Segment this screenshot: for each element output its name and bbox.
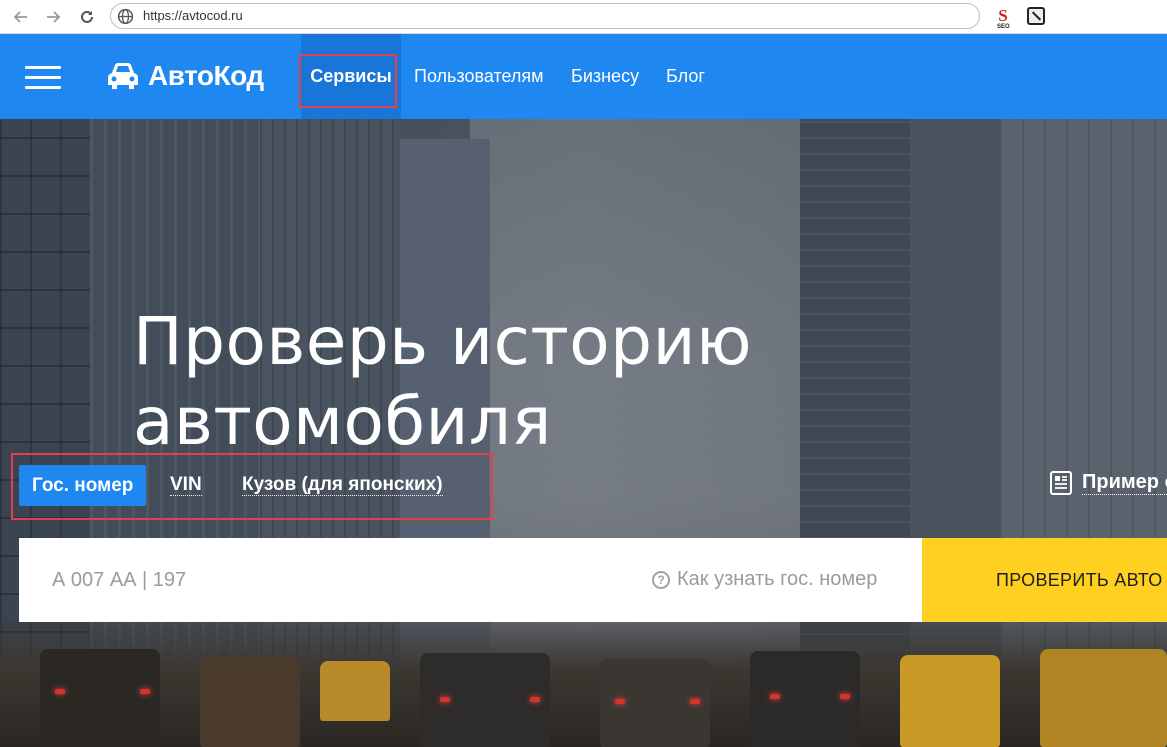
tail-light bbox=[440, 697, 450, 702]
tab-label: Гос. номер bbox=[32, 474, 134, 496]
globe-icon bbox=[117, 8, 134, 25]
address-bar[interactable]: https://avtocod.ru bbox=[110, 3, 980, 29]
background-car bbox=[1040, 649, 1167, 747]
site-header: АвтоКод Сервисы Пользователям Бизнесу Бл… bbox=[0, 34, 1167, 119]
background-traffic bbox=[0, 619, 1167, 747]
browser-toolbar: https://avtocod.ru S SEO bbox=[0, 0, 1167, 34]
hero-title: Проверь историю автомобиля bbox=[133, 303, 753, 460]
background-car bbox=[750, 651, 860, 747]
tab-plate-number[interactable]: Гос. номер bbox=[19, 465, 147, 506]
nav-item-users[interactable]: Пользователям bbox=[414, 34, 544, 119]
tail-light bbox=[615, 699, 625, 704]
report-icon bbox=[1050, 471, 1072, 495]
site-logo[interactable]: АвтоКод bbox=[106, 58, 264, 94]
tab-label: Кузов (для японских) bbox=[242, 474, 443, 496]
tab-vin[interactable]: VIN bbox=[170, 465, 202, 506]
sample-report-label: Пример о bbox=[1082, 471, 1167, 495]
search-form: ? Как узнать гос. номер ПРОВЕРИТЬ АВТО bbox=[19, 538, 1167, 622]
tab-body-number[interactable]: Кузов (для японских) bbox=[242, 465, 443, 506]
tail-light bbox=[690, 699, 700, 704]
tail-light bbox=[840, 694, 850, 699]
nav-item-services[interactable]: Сервисы bbox=[301, 34, 401, 119]
help-link[interactable]: ? Как узнать гос. номер bbox=[652, 568, 877, 591]
tail-light bbox=[770, 694, 780, 699]
tail-light bbox=[140, 689, 150, 694]
url-text: https://avtocod.ru bbox=[143, 8, 243, 23]
car-icon bbox=[108, 63, 138, 89]
extension-icon[interactable] bbox=[1027, 7, 1045, 25]
background-car bbox=[320, 661, 390, 721]
logo-text: АвтоКод bbox=[148, 60, 264, 91]
reload-icon[interactable] bbox=[76, 6, 98, 28]
background-car bbox=[40, 649, 160, 747]
seo-extension-icon[interactable]: S SEO bbox=[994, 7, 1012, 31]
nav-item-business[interactable]: Бизнесу bbox=[571, 34, 639, 119]
tab-label: VIN bbox=[170, 474, 202, 496]
background-car bbox=[200, 657, 300, 747]
hamburger-menu-icon[interactable] bbox=[25, 66, 61, 90]
nav-item-blog[interactable]: Блог bbox=[666, 34, 705, 119]
plate-number-input[interactable] bbox=[19, 538, 639, 622]
forward-arrow-icon[interactable] bbox=[42, 6, 64, 28]
tail-light bbox=[55, 689, 65, 694]
question-icon: ? bbox=[652, 570, 670, 589]
back-arrow-icon[interactable] bbox=[10, 6, 32, 28]
hero-section: Проверь историю автомобиля Гос. номер VI… bbox=[0, 119, 1167, 747]
background-car bbox=[900, 655, 1000, 747]
tail-light bbox=[530, 697, 540, 702]
sample-report-link[interactable]: Пример о bbox=[1050, 471, 1167, 495]
help-text: Как узнать гос. номер bbox=[677, 568, 878, 590]
check-car-button[interactable]: ПРОВЕРИТЬ АВТО bbox=[922, 538, 1167, 622]
